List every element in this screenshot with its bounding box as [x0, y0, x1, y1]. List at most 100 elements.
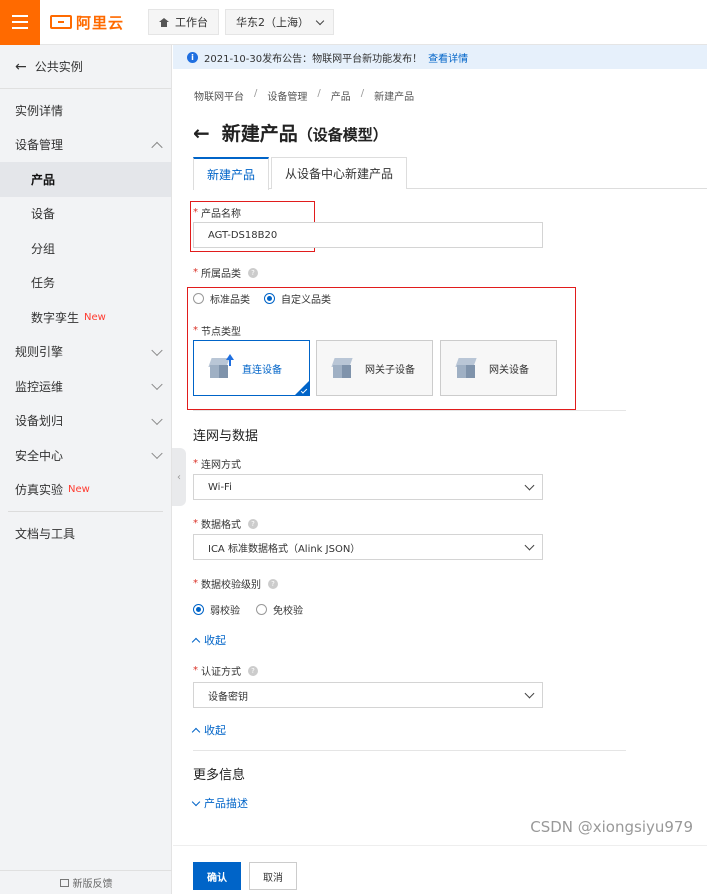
sidebar-item-label: 产品: [31, 172, 56, 187]
breadcrumb-separator: /: [254, 88, 258, 99]
label-text: 数据格式: [201, 520, 241, 531]
collapse-label: 收起: [204, 634, 226, 647]
required-mark: *: [193, 578, 198, 589]
chevron-up-icon: [191, 637, 201, 646]
top-bar: 阿里云 工作台 华东2（上海）: [0, 0, 707, 45]
data-format-label: * 数据格式?: [193, 516, 258, 531]
sidebar-item-label: 设备划归: [15, 414, 64, 429]
sidebar: ← 公共实例 实例详情 设备管理 产品 设备 分组 任务 数字孪生 New 规则引…: [0, 45, 172, 894]
sidebar-item-group[interactable]: 分组: [0, 231, 171, 266]
chevron-down-icon: [151, 344, 163, 356]
feedback-button[interactable]: 新版反馈: [0, 870, 172, 894]
radio-label: 免校验: [273, 606, 303, 617]
radio-label: 弱校验: [210, 606, 240, 617]
menu-icon[interactable]: [0, 0, 40, 45]
label-text: 节点类型: [201, 327, 241, 338]
select-value: 设备密钥: [208, 691, 248, 703]
node-type-gateway-device[interactable]: 网关设备: [440, 340, 557, 396]
info-icon: i: [187, 51, 198, 63]
radio-custom-category[interactable]: 自定义品类: [264, 291, 331, 306]
radio-no-check[interactable]: 免校验: [256, 602, 303, 617]
radio-selected-icon: [264, 293, 275, 304]
sidebar-item-monitoring[interactable]: 监控运维: [0, 369, 171, 404]
sidebar-item-simulation[interactable]: 仿真实验 New: [0, 473, 171, 508]
product-description-label: 产品描述: [204, 797, 248, 810]
required-mark: *: [193, 267, 198, 278]
chevron-down-icon: [151, 378, 163, 391]
help-icon[interactable]: ?: [248, 665, 258, 676]
label-text: 认证方式: [201, 667, 241, 678]
required-mark: *: [193, 665, 198, 676]
select-value: Wi-Fi: [208, 481, 232, 493]
workbench-button[interactable]: 工作台: [148, 9, 219, 35]
chevron-down-icon: [524, 540, 535, 551]
breadcrumb-separator: /: [317, 88, 321, 99]
chevron-up-icon: [191, 727, 201, 736]
logo-text: 阿里云: [76, 13, 125, 32]
network-method-label: * 连网方式: [193, 456, 241, 471]
node-type-label-text: 网关子设备: [365, 364, 415, 376]
sidebar-item-label: 设备: [31, 207, 56, 222]
watermark: CSDN @xiongsiyu979: [530, 818, 693, 836]
sidebar-item-instance-detail[interactable]: 实例详情: [0, 93, 171, 128]
breadcrumb-separator: /: [360, 88, 365, 99]
aliyun-logo[interactable]: 阿里云: [50, 12, 130, 33]
confirm-button[interactable]: 确认: [193, 862, 241, 890]
node-type-gateway-subdevice[interactable]: 网关子设备: [316, 340, 433, 396]
breadcrumb-item[interactable]: 物联网平台: [194, 88, 244, 103]
auth-method-label: * 认证方式?: [193, 663, 258, 678]
help-icon[interactable]: ?: [248, 518, 258, 529]
check-level-label: * 数据校验级别?: [193, 576, 278, 591]
sidebar-item-label: 规则引擎: [15, 345, 64, 360]
breadcrumb-item[interactable]: 设备管理: [267, 88, 307, 103]
sidebar-item-task[interactable]: 任务: [0, 266, 171, 301]
divider: [193, 410, 626, 411]
home-icon: [159, 17, 169, 27]
breadcrumb: 物联网平台 / 设备管理 / 产品 / 新建产品: [194, 88, 414, 103]
product-name-input[interactable]: AGT-DS18B20: [193, 222, 543, 248]
cancel-button[interactable]: 取消: [249, 862, 297, 890]
new-badge: New: [68, 484, 90, 496]
sidebar-item-label: 任务: [31, 276, 56, 291]
sidebar-item-product[interactable]: 产品: [0, 162, 171, 197]
radio-label: 自定义品类: [281, 295, 331, 306]
node-type-direct-device[interactable]: 直连设备: [193, 340, 310, 396]
notice-text: 2021-10-30发布公告：物联网平台新功能发布！: [204, 53, 423, 65]
help-icon[interactable]: ?: [268, 578, 278, 589]
data-format-select[interactable]: ICA 标准数据格式（Alink JSON）: [193, 534, 543, 560]
tab-new-product[interactable]: 新建产品: [193, 157, 270, 190]
label-text: 产品名称: [201, 209, 241, 220]
sidebar-item-device[interactable]: 设备: [0, 197, 171, 232]
collapse-label: 收起: [204, 724, 226, 737]
sidebar-item-label: 分组: [31, 241, 56, 256]
notice-link[interactable]: 查看详情: [428, 50, 468, 65]
page-title: ← 新建产品（设备模型）: [193, 119, 388, 146]
region-label: 华东2（上海）: [236, 16, 309, 29]
sidebar-item-device-management[interactable]: 设备管理: [0, 128, 171, 163]
footer-action-bar: 确认 取消: [173, 845, 707, 894]
label-text: 数据校验级别: [201, 580, 261, 591]
sidebar-item-label: 安全中心: [15, 448, 64, 463]
sidebar-item-docs-tools[interactable]: 文档与工具: [0, 516, 171, 551]
sidebar-item-device-assign[interactable]: 设备划归: [0, 404, 171, 439]
auth-method-select[interactable]: 设备密钥: [193, 682, 543, 708]
divider: [193, 750, 626, 751]
sidebar-item-security[interactable]: 安全中心: [0, 438, 171, 473]
network-method-select[interactable]: Wi-Fi: [193, 474, 543, 500]
help-icon[interactable]: ?: [248, 267, 258, 278]
collapse-toggle-2[interactable]: 收起: [191, 722, 226, 738]
sidebar-item-label: 实例详情: [15, 103, 64, 118]
radio-weak-check[interactable]: 弱校验: [193, 602, 240, 617]
back-arrow-icon[interactable]: ←: [193, 121, 210, 145]
product-description-toggle[interactable]: 产品描述: [191, 795, 248, 811]
back-to-instances[interactable]: ← 公共实例: [0, 45, 171, 89]
sidebar-item-rule-engine[interactable]: 规则引擎: [0, 335, 171, 370]
breadcrumb-item[interactable]: 产品: [331, 88, 351, 103]
sidebar-item-digital-twin[interactable]: 数字孪生 New: [0, 300, 171, 335]
tab-from-device-center[interactable]: 从设备中心新建产品: [271, 157, 408, 189]
feedback-label: 新版反馈: [72, 879, 113, 890]
radio-standard-category[interactable]: 标准品类: [193, 291, 250, 306]
region-selector[interactable]: 华东2（上海）: [225, 9, 334, 35]
back-label: 公共实例: [34, 60, 83, 74]
collapse-toggle[interactable]: 收起: [191, 632, 226, 648]
